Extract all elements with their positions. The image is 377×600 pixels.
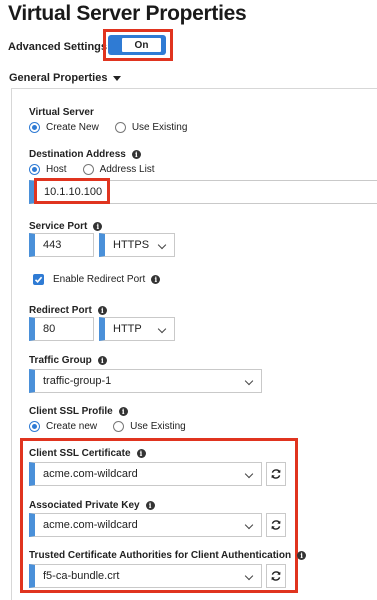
service-protocol-value: HTTPS xyxy=(113,239,150,251)
redirect-port-label: Redirect Port i xyxy=(29,305,107,316)
service-port-label-text: Service Port xyxy=(29,221,88,232)
private-key-select[interactable]: acme.com-wildcard xyxy=(29,513,262,537)
chevron-down-icon xyxy=(244,520,254,530)
client-ssl-create-new-option[interactable]: Create new xyxy=(29,421,97,432)
enable-redirect-row: Enable Redirect Port i xyxy=(33,274,161,285)
redirect-port-input[interactable]: 80 xyxy=(29,317,94,341)
private-key-value: acme.com-wildcard xyxy=(43,519,138,531)
refresh-icon xyxy=(271,469,281,479)
radio-label: Use Existing xyxy=(130,421,186,432)
refresh-key-button[interactable] xyxy=(266,513,286,537)
redirect-port-value: 80 xyxy=(43,323,56,335)
radio-selected-icon xyxy=(29,164,40,175)
info-icon[interactable]: i xyxy=(136,449,146,458)
redirect-port-label-text: Redirect Port xyxy=(29,305,92,316)
client-ssl-certificate-label: Client SSL Certificate i xyxy=(29,448,146,459)
chevron-down-icon xyxy=(244,571,254,581)
client-ssl-certificate-value: acme.com-wildcard xyxy=(43,468,138,480)
caret-down-icon xyxy=(113,75,122,81)
traffic-group-value: traffic-group-1 xyxy=(43,375,112,387)
trusted-ca-value: f5-ca-bundle.crt xyxy=(43,570,120,582)
trusted-ca-select[interactable]: f5-ca-bundle.crt xyxy=(29,564,262,588)
radio-label: Create New xyxy=(46,122,99,133)
chevron-down-icon xyxy=(244,376,254,386)
radio-label: Address List xyxy=(99,164,155,175)
radio-unselected-icon xyxy=(114,122,126,133)
info-icon[interactable]: i xyxy=(131,150,141,159)
refresh-icon xyxy=(271,571,281,581)
client-ssl-certificate-label-text: Client SSL Certificate xyxy=(29,448,131,459)
info-icon[interactable]: i xyxy=(97,306,107,315)
destination-radio-group: Host Address List xyxy=(29,164,171,175)
virtual-server-use-existing-option[interactable]: Use Existing xyxy=(114,122,188,133)
enable-redirect-label: Enable Redirect Port xyxy=(53,274,146,285)
trusted-ca-label-text: Trusted Certificate Authorities for Clie… xyxy=(29,550,292,561)
chevron-down-icon xyxy=(244,469,254,479)
page-title: Virtual Server Properties xyxy=(8,2,247,25)
toggle-state-label: On xyxy=(121,37,162,53)
destination-address-label-text: Destination Address xyxy=(29,149,126,160)
refresh-icon xyxy=(271,520,281,530)
service-port-value: 443 xyxy=(43,239,62,251)
destination-address-label: Destination Address i xyxy=(29,149,141,160)
info-icon[interactable]: i xyxy=(151,275,161,284)
client-ssl-certificate-select[interactable]: acme.com-wildcard xyxy=(29,462,262,486)
client-ssl-profile-label-text: Client SSL Profile xyxy=(29,406,113,417)
private-key-label-text: Associated Private Key xyxy=(29,500,140,511)
advanced-settings-toggle[interactable]: On xyxy=(108,35,166,55)
service-port-label: Service Port i xyxy=(29,221,103,232)
info-icon[interactable]: i xyxy=(97,356,107,365)
checkbox-checked-icon[interactable] xyxy=(33,274,44,285)
virtual-server-label: Virtual Server xyxy=(29,107,94,118)
info-icon[interactable]: i xyxy=(297,551,307,560)
client-ssl-radio-group: Create new Use Existing xyxy=(29,421,202,432)
radio-selected-icon xyxy=(29,421,40,432)
service-port-input[interactable]: 443 xyxy=(29,233,94,257)
destination-address-value: 10.1.10.100 xyxy=(44,186,103,198)
refresh-certificate-button[interactable] xyxy=(266,462,286,486)
info-icon[interactable]: i xyxy=(118,407,128,416)
traffic-group-label-text: Traffic Group xyxy=(29,355,92,366)
radio-label: Host xyxy=(46,164,67,175)
radio-unselected-icon xyxy=(82,164,94,175)
client-ssl-use-existing-option[interactable]: Use Existing xyxy=(113,421,186,432)
info-icon[interactable]: i xyxy=(93,222,103,231)
info-icon[interactable]: i xyxy=(145,501,155,510)
destination-host-option[interactable]: Host xyxy=(29,164,67,175)
virtual-server-create-new-option[interactable]: Create New xyxy=(29,122,99,133)
trusted-ca-label: Trusted Certificate Authorities for Clie… xyxy=(29,550,307,561)
radio-unselected-icon xyxy=(113,421,125,432)
client-ssl-profile-label: Client SSL Profile i xyxy=(29,406,128,417)
radio-label: Use Existing xyxy=(131,122,188,133)
advanced-settings-label: Advanced Settings xyxy=(8,41,108,53)
advanced-settings-row: Advanced Settings On xyxy=(8,29,173,61)
redirect-protocol-value: HTTP xyxy=(113,323,142,335)
refresh-trusted-ca-button[interactable] xyxy=(266,564,286,588)
general-properties-header[interactable]: General Properties xyxy=(9,72,122,84)
private-key-label: Associated Private Key i xyxy=(29,500,155,511)
chevron-down-icon xyxy=(157,240,167,250)
traffic-group-label: Traffic Group i xyxy=(29,355,107,366)
destination-address-list-option[interactable]: Address List xyxy=(82,164,155,175)
chevron-down-icon xyxy=(157,324,167,334)
general-properties-label: General Properties xyxy=(9,72,108,84)
radio-selected-icon xyxy=(29,122,40,133)
redirect-protocol-select[interactable]: HTTP xyxy=(99,317,175,341)
radio-label: Create new xyxy=(46,421,98,432)
virtual-server-radio-group: Create New Use Existing xyxy=(29,122,203,133)
traffic-group-select[interactable]: traffic-group-1 xyxy=(29,369,262,393)
service-protocol-select[interactable]: HTTPS xyxy=(99,233,175,257)
